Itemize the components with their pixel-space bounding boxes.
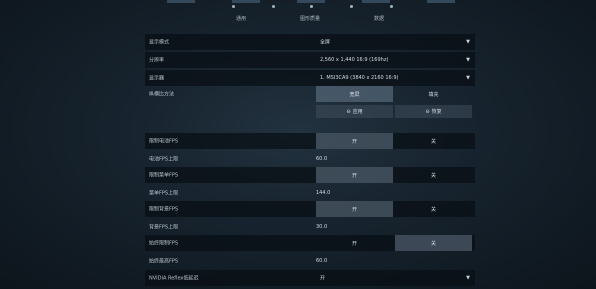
aspect-label: 纵横比方法	[149, 91, 175, 98]
menu-fps-cap-label: 菜单FPS上限	[149, 190, 179, 196]
chevron-down-icon[interactable]: ▼	[466, 275, 470, 281]
limit-menu-fps-row: 限制菜单FPS 开 关	[145, 167, 475, 183]
battery-fps-cap-row[interactable]: 电池FPS上限 60.0	[145, 151, 475, 166]
chevron-down-icon[interactable]: ▼	[466, 57, 470, 63]
indicator-dot	[232, 5, 235, 8]
reflex-value: 开	[320, 275, 326, 282]
display-mode-value: 全屏	[320, 39, 331, 46]
limit-menu-fps-on-button[interactable]: 开	[316, 167, 393, 183]
apply-label: 应用	[352, 109, 363, 115]
settings-tabs: 通用 图形质量 数据	[0, 15, 596, 27]
reflex-label: NVIDIA Reflex低延迟	[149, 275, 199, 282]
menu-fps-cap-row[interactable]: 菜单FPS上限 144.0	[145, 185, 475, 200]
tab-graphics-quality[interactable]: 图形质量	[300, 15, 320, 22]
limit-bg-fps-row: 限制背景FPS 开 关	[145, 201, 475, 217]
bg-fps-cap-label: 背景FPS上限	[149, 224, 179, 230]
resolution-label: 分辨率	[149, 57, 165, 64]
max-fps-row[interactable]: 始终最高FPS 60.0	[145, 253, 475, 268]
limit-battery-fps-row: 限制电池FPS 开 关	[145, 133, 475, 149]
limit-battery-fps-label: 限制电池FPS	[149, 138, 179, 145]
menu-fps-cap-value[interactable]: 144.0	[316, 190, 330, 196]
limit-menu-fps-off-button[interactable]: 关	[395, 167, 472, 183]
chevron-down-icon[interactable]: ▼	[466, 39, 470, 45]
limit-battery-fps-off-button[interactable]: 关	[395, 133, 472, 149]
limit-menu-fps-label: 限制菜单FPS	[149, 172, 179, 179]
restore-icon: ⊖	[425, 108, 430, 115]
limit-any-fps-off-button[interactable]: 关	[395, 235, 472, 251]
indicator-dot	[310, 5, 313, 8]
chevron-down-icon[interactable]: ▼	[466, 75, 470, 81]
indicator-dot	[350, 5, 353, 8]
limit-bg-fps-label: 限制背景FPS	[149, 206, 179, 213]
aspect-row: 纵横比方法 宽屏 填充	[145, 86, 475, 102]
tab-data[interactable]: 数据	[374, 15, 384, 22]
limit-any-fps-label: 始终限制FPS	[149, 240, 179, 247]
bg-fps-cap-value[interactable]: 30.0	[316, 224, 327, 230]
restore-button[interactable]: ⊖ 恢复	[395, 105, 472, 118]
battery-fps-cap-value[interactable]: 60.0	[316, 156, 327, 162]
max-fps-label: 始终最高FPS	[149, 258, 179, 264]
limit-bg-fps-on-button[interactable]: 开	[316, 201, 393, 217]
limit-any-fps-on-button[interactable]: 开	[316, 235, 393, 251]
reflex-row[interactable]: NVIDIA Reflex低延迟 开 ▼	[145, 270, 475, 286]
bg-fps-cap-row[interactable]: 背景FPS上限 30.0	[145, 219, 475, 234]
tab-general[interactable]: 通用	[236, 15, 246, 22]
display-mode-row[interactable]: 显示模式 全屏 ▼	[145, 34, 475, 50]
indicator-dot	[390, 5, 393, 8]
resolution-row[interactable]: 分辨率 2,560 x 1,440 16:9 (169hz) ▼	[145, 52, 475, 68]
restore-label: 恢复	[431, 109, 442, 115]
settings-panel: 显示模式 全屏 ▼ 分辨率 2,560 x 1,440 16:9 (169hz)…	[145, 34, 475, 289]
apply-restore-row: ⊖ 应用 ⊖ 恢复	[145, 105, 475, 118]
battery-fps-cap-label: 电池FPS上限	[149, 156, 179, 162]
resolution-value: 2,560 x 1,440 16:9 (169hz)	[320, 57, 389, 63]
apply-icon: ⊖	[346, 108, 351, 115]
monitor-row[interactable]: 显示器 1. MSI3CA9 (3840 x 2160 16:9) ▼	[145, 70, 475, 86]
monitor-label: 显示器	[149, 75, 165, 82]
aspect-fill-button[interactable]: 填充	[395, 86, 472, 102]
aspect-widescreen-button[interactable]: 宽屏	[316, 86, 393, 102]
display-mode-label: 显示模式	[149, 39, 170, 46]
max-fps-value[interactable]: 60.0	[316, 258, 327, 264]
monitor-value: 1. MSI3CA9 (3840 x 2160 16:9)	[320, 75, 399, 81]
limit-any-fps-row: 始终限制FPS 开 关	[145, 235, 475, 251]
limit-bg-fps-off-button[interactable]: 关	[395, 201, 472, 217]
limit-battery-fps-on-button[interactable]: 开	[316, 133, 393, 149]
indicator-dot	[272, 5, 275, 8]
apply-button[interactable]: ⊖ 应用	[316, 105, 393, 118]
